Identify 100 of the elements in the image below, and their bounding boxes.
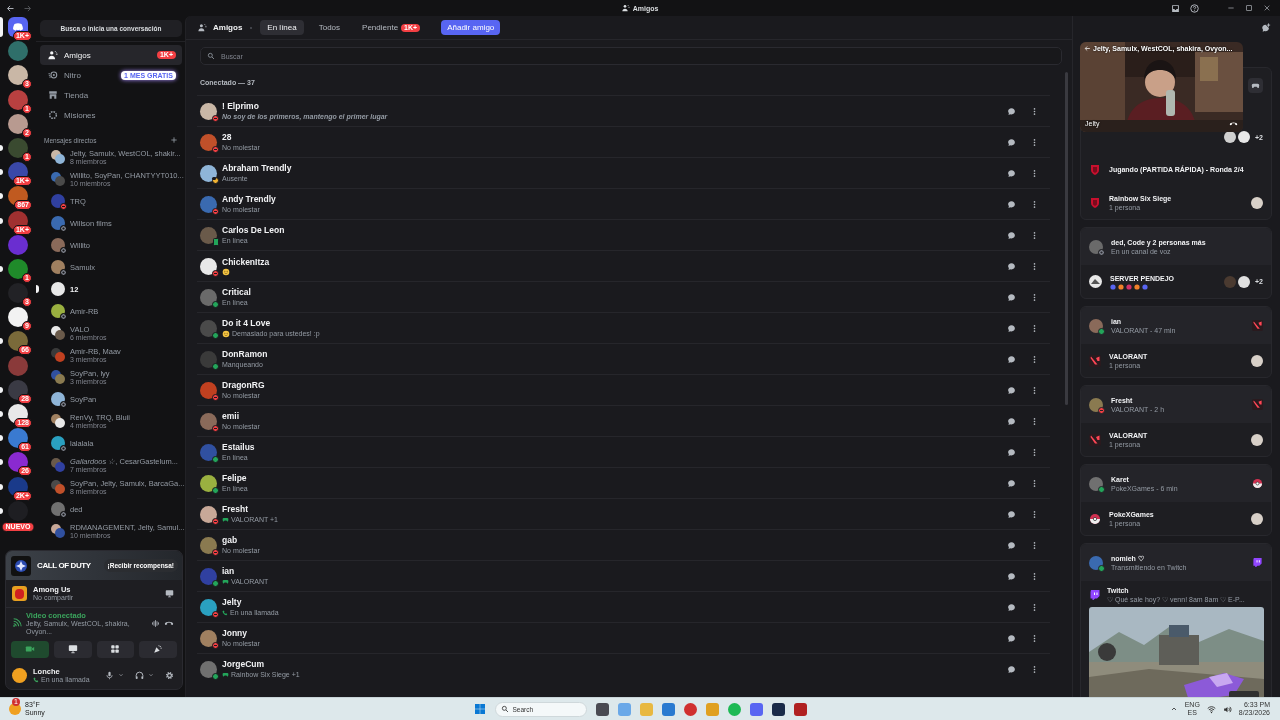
inbox-icon[interactable] <box>1171 3 1180 13</box>
activities-button[interactable] <box>96 640 135 658</box>
tab[interactable]: Todos <box>311 20 348 35</box>
friend-name: DragonRG <box>222 380 266 390</box>
back-arrow-icon[interactable] <box>6 3 15 13</box>
friend-name: emii <box>222 411 240 421</box>
chevron-icon[interactable] <box>148 672 154 678</box>
person-wave-icon <box>198 23 207 32</box>
app-icon[interactable] <box>771 702 785 716</box>
noise-suppression-icon[interactable] <box>151 618 160 628</box>
hang-up-icon[interactable] <box>1229 119 1238 128</box>
shield-icon <box>1089 196 1101 209</box>
add-friend-button[interactable]: Añadir amigo <box>441 20 501 35</box>
weather-icon[interactable] <box>9 703 21 715</box>
party-popper-icon <box>153 644 164 654</box>
close-icon[interactable] <box>1263 4 1271 12</box>
game-button[interactable] <box>1248 78 1263 93</box>
apps-icon <box>110 644 121 654</box>
avatar <box>1251 196 1263 209</box>
friend-name: Jelty <box>222 597 243 607</box>
start-icon[interactable] <box>473 703 486 715</box>
game-logo: CALL OF DUTY <box>37 561 92 570</box>
new-message-icon[interactable] <box>1261 23 1271 33</box>
user-avatar[interactable] <box>12 667 27 683</box>
emoji-row-icon <box>1110 283 1150 290</box>
settings-icon[interactable] <box>165 670 174 680</box>
logo-icon <box>11 20 25 34</box>
server-icon[interactable] <box>8 258 28 279</box>
app-icon[interactable] <box>793 702 807 716</box>
server-icon[interactable] <box>8 404 28 424</box>
server-icon[interactable] <box>8 283 28 304</box>
group-avatar-icon <box>51 524 65 538</box>
search-icon <box>500 705 509 713</box>
friend-name: ! Elprimo <box>222 101 260 111</box>
page-title: Amigos <box>213 23 243 32</box>
chat-bubble-icon <box>1006 292 1016 302</box>
app-icon[interactable] <box>595 702 609 716</box>
server-icon[interactable] <box>8 307 28 328</box>
avatar <box>1251 433 1263 446</box>
nav-item[interactable]: Misiones <box>40 105 182 125</box>
emblem-icon <box>11 555 31 576</box>
server-icon[interactable] <box>8 137 28 158</box>
ball-icon <box>1089 512 1101 525</box>
plus-icon[interactable] <box>170 136 178 144</box>
home-button[interactable] <box>8 17 28 37</box>
chat-bubble-icon <box>1006 168 1016 178</box>
chat-bubble-icon <box>1006 571 1016 581</box>
server-icon[interactable] <box>8 476 28 497</box>
server-icon[interactable] <box>8 428 28 449</box>
stream-icon <box>1252 557 1263 568</box>
friend-name: Jonny <box>222 628 249 638</box>
nav-item[interactable]: Tienda <box>40 85 182 105</box>
chat-bubble-icon <box>1006 106 1016 116</box>
chevron-up-icon[interactable] <box>1169 705 1178 713</box>
avatar <box>1238 131 1250 143</box>
friend-name: Critical <box>222 287 252 297</box>
server-icon[interactable] <box>8 113 28 134</box>
friend-name: Felipe <box>222 473 248 483</box>
server-icon[interactable] <box>8 65 28 86</box>
avatar <box>51 282 65 296</box>
friend-name: JorgeCum <box>222 659 266 669</box>
tab[interactable]: En línea <box>260 20 304 35</box>
shield-icon <box>1089 163 1101 176</box>
friend-name: Estailus <box>222 442 256 452</box>
camera-button[interactable] <box>11 640 49 658</box>
game-logo-icon <box>1252 320 1263 331</box>
screen-share-button[interactable] <box>53 640 92 658</box>
stream-icon <box>1089 589 1101 601</box>
server-icon[interactable] <box>8 210 28 231</box>
group-avatar-icon <box>51 414 65 428</box>
chevron-icon[interactable] <box>118 672 124 678</box>
server-icon[interactable] <box>8 89 28 110</box>
server-icon[interactable] <box>8 331 28 352</box>
friend-name: DonRamon <box>222 349 269 359</box>
server-icon[interactable] <box>8 452 28 473</box>
gamepad-icon <box>1251 81 1260 90</box>
server-icon[interactable] <box>8 186 28 207</box>
gamepad-icon <box>222 578 229 585</box>
maximize-icon[interactable] <box>1245 4 1253 12</box>
chat-bubble-icon <box>1006 478 1016 488</box>
scrollbar[interactable] <box>1065 72 1068 405</box>
help-icon[interactable] <box>1190 3 1199 13</box>
headphones-icon[interactable] <box>135 670 144 680</box>
soundboard-button[interactable] <box>139 640 177 658</box>
friend-name: gab <box>222 535 239 545</box>
person-wave-icon <box>48 50 58 60</box>
group-avatar-icon <box>51 480 65 494</box>
friend-name: Fresht <box>222 504 249 514</box>
screen-share-icon[interactable] <box>165 589 174 598</box>
chat-bubble-icon <box>1006 261 1016 271</box>
microphone-icon[interactable] <box>105 670 114 680</box>
volume-icon[interactable] <box>1222 704 1232 714</box>
chat-bubble-icon <box>1006 230 1016 240</box>
friend-name: Andy Trendly <box>222 194 277 204</box>
server-icon[interactable] <box>8 379 28 400</box>
chat-bubble-icon <box>1006 137 1016 147</box>
wifi-icon[interactable] <box>1206 704 1216 714</box>
connection-icon <box>12 618 22 628</box>
camera-icon <box>24 644 35 654</box>
chat-bubble-icon <box>1006 633 1016 643</box>
